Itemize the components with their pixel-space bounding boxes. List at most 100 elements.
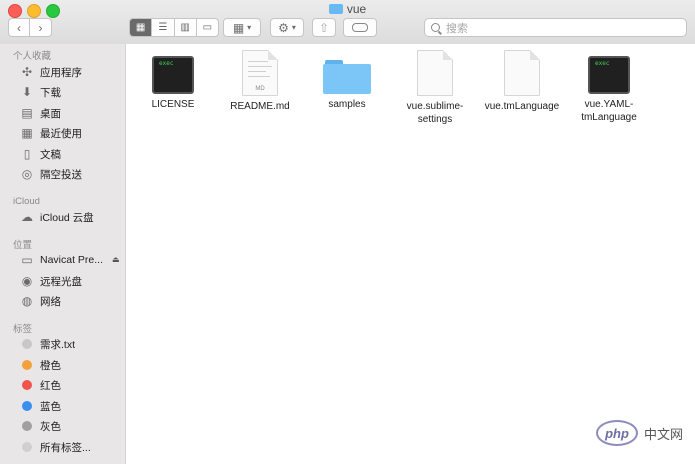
text-line: [248, 61, 268, 62]
favorites-header: 个人收藏: [13, 51, 52, 62]
sidebar-item-label: 应用程序: [40, 66, 82, 79]
tags-button[interactable]: [343, 18, 377, 37]
chevron-down-icon: ▾: [247, 23, 252, 32]
sidebar-item-label: 远程光盘: [40, 275, 82, 288]
window-title-text: vue: [346, 2, 367, 16]
php-logo: php: [596, 420, 638, 446]
disk-icon: ▭: [21, 253, 33, 267]
sidebar-item-recents[interactable]: ▦ 最近使用: [20, 124, 82, 142]
file-item-tmlanguage[interactable]: vue.tmLanguage: [477, 50, 567, 113]
search-icon: [431, 23, 440, 32]
chevron-right-icon: ›: [38, 20, 43, 35]
folder-icon: [323, 56, 371, 94]
sidebar: 个人收藏 ✣ 应用程序 ⬇ 下载 ▤ 桌面 ▦ 最近使用 ▯ 文稿 ◎ 隔空投送 iClou…: [0, 44, 126, 464]
sidebar-item-label: 隔空投送: [40, 168, 82, 181]
file-name: samples: [328, 99, 366, 110]
sidebar-item-label: 网络: [40, 295, 61, 308]
text-line: [248, 76, 270, 77]
tag-dot-icon: [20, 378, 34, 392]
sidebar-item-network[interactable]: ◍ 网络: [20, 292, 61, 310]
grid-icon: ▦: [232, 20, 245, 35]
exec-file-icon: exec: [152, 56, 194, 94]
sidebar-item-documents[interactable]: ▯ 文稿: [20, 145, 61, 163]
sidebar-item-tag-orange[interactable]: 橙色: [20, 356, 61, 374]
list-view-button[interactable]: ☰: [152, 19, 175, 36]
sidebar-item-navicat[interactable]: ▭ Navicat Pre...: [20, 251, 103, 269]
sidebar-item-label: 需求.txt: [40, 338, 76, 351]
tag-dot-icon: [20, 337, 34, 351]
document-icon: [504, 50, 540, 96]
file-item-sublime-settings[interactable]: vue.sublime-settings: [390, 50, 480, 126]
arrange-button[interactable]: ▦ ▾: [223, 18, 261, 37]
documents-icon: ▯: [23, 147, 31, 161]
tag-icon: [352, 23, 368, 32]
columns-icon: ▥: [180, 22, 190, 33]
eject-icon[interactable]: ⏏: [112, 255, 120, 264]
tag-dot-icon: [20, 419, 34, 433]
recents-icon: ▦: [21, 126, 33, 140]
icon-view-button[interactable]: ▦: [130, 19, 153, 36]
action-button[interactable]: ⚙ ▾: [270, 18, 304, 37]
watermark: php 中文网: [596, 420, 683, 446]
sidebar-item-label: 所有标签...: [40, 441, 91, 454]
tag-color-dot: [22, 380, 32, 390]
search-placeholder: 搜索: [446, 22, 468, 35]
search-field[interactable]: 搜索: [424, 18, 687, 37]
tag-color-dot: [22, 421, 32, 431]
sidebar-item-label: Navicat Pre...: [40, 254, 104, 266]
remote-disc-icon: ◉: [21, 274, 33, 288]
chevron-down-icon: ▾: [291, 23, 296, 32]
sidebar-item-icloud-drive[interactable]: ☁ iCloud 云盘: [20, 208, 94, 226]
tag-color-dot: [22, 442, 32, 452]
file-name: vue.sublime-settings: [406, 101, 464, 125]
markdown-file-icon: MD: [242, 50, 278, 96]
view-mode-control: ▦ ☰ ▥ ▭: [129, 18, 219, 37]
forward-button[interactable]: ›: [30, 18, 52, 37]
document-icon: [417, 50, 453, 96]
file-name: vue.tmLanguage: [484, 101, 560, 112]
sidebar-item-label: 文稿: [40, 148, 61, 161]
tag-dot-icon: [20, 399, 34, 413]
tag-color-dot: [22, 360, 32, 370]
sidebar-item-label: 蓝色: [40, 400, 61, 413]
sidebar-item-label: iCloud 云盘: [40, 211, 94, 224]
sidebar-item-label: 红色: [40, 379, 61, 392]
grid-icon: ▦: [135, 22, 146, 33]
file-grid: exec LICENSE MD README.md samples vue.su…: [126, 44, 695, 464]
toolbar: vue ‹ › ▦ ☰ ▥ ▭ ▦ ▾ ⚙ ▾ ⇧ 搜索: [0, 0, 695, 45]
airdrop-icon: ◎: [21, 167, 33, 181]
file-item-license[interactable]: exec LICENSE: [128, 56, 218, 111]
tag-dot-icon: [20, 358, 34, 372]
watermark-text: 中文网: [644, 426, 684, 442]
icloud-header: iCloud: [13, 196, 40, 207]
window-title: vue: [0, 2, 695, 16]
sidebar-item-desktop[interactable]: ▤ 桌面: [20, 104, 61, 122]
exec-icon-text: exec: [159, 60, 174, 67]
sidebar-item-tag-blue[interactable]: 蓝色: [20, 397, 61, 415]
text-line: [248, 66, 272, 67]
share-button[interactable]: ⇧: [312, 18, 336, 37]
exec-file-icon: exec: [588, 56, 630, 94]
sidebar-item-downloads[interactable]: ⬇ 下载: [20, 83, 61, 101]
list-icon: ☰: [158, 22, 168, 33]
downloads-icon: ⬇: [21, 85, 33, 99]
sidebar-item-label: 桌面: [40, 107, 61, 120]
sidebar-item-remote-disc[interactable]: ◉ 远程光盘: [20, 272, 82, 290]
back-button[interactable]: ‹: [8, 18, 30, 37]
sidebar-item-tag-red[interactable]: 红色: [20, 376, 61, 394]
gallery-view-button[interactable]: ▭: [197, 19, 218, 36]
sidebar-item-airdrop[interactable]: ◎ 隔空投送: [20, 165, 82, 183]
file-name: LICENSE: [151, 99, 195, 110]
file-item-yaml-tmlanguage[interactable]: exec vue.YAML-tmLanguage: [564, 56, 654, 124]
sidebar-item-applications[interactable]: ✣ 应用程序: [20, 63, 82, 81]
file-item-samples[interactable]: samples: [302, 56, 392, 111]
finder-window: vue ‹ › ▦ ☰ ▥ ▭ ▦ ▾ ⚙ ▾ ⇧ 搜索 个人收藏 ✣ 应用程序 ⬇ 下…: [0, 0, 695, 464]
tag-color-dot: [22, 339, 32, 349]
file-item-readme[interactable]: MD README.md: [215, 50, 305, 113]
sidebar-item-all-tags[interactable]: 所有标签...: [20, 438, 91, 456]
md-icon-text: MD: [255, 86, 265, 92]
sidebar-item-tag-gray[interactable]: 灰色: [20, 417, 61, 435]
sidebar-item-label: 最近使用: [40, 127, 82, 140]
sidebar-item-tag-file[interactable]: 需求.txt: [20, 335, 75, 353]
column-view-button[interactable]: ▥: [175, 19, 197, 36]
